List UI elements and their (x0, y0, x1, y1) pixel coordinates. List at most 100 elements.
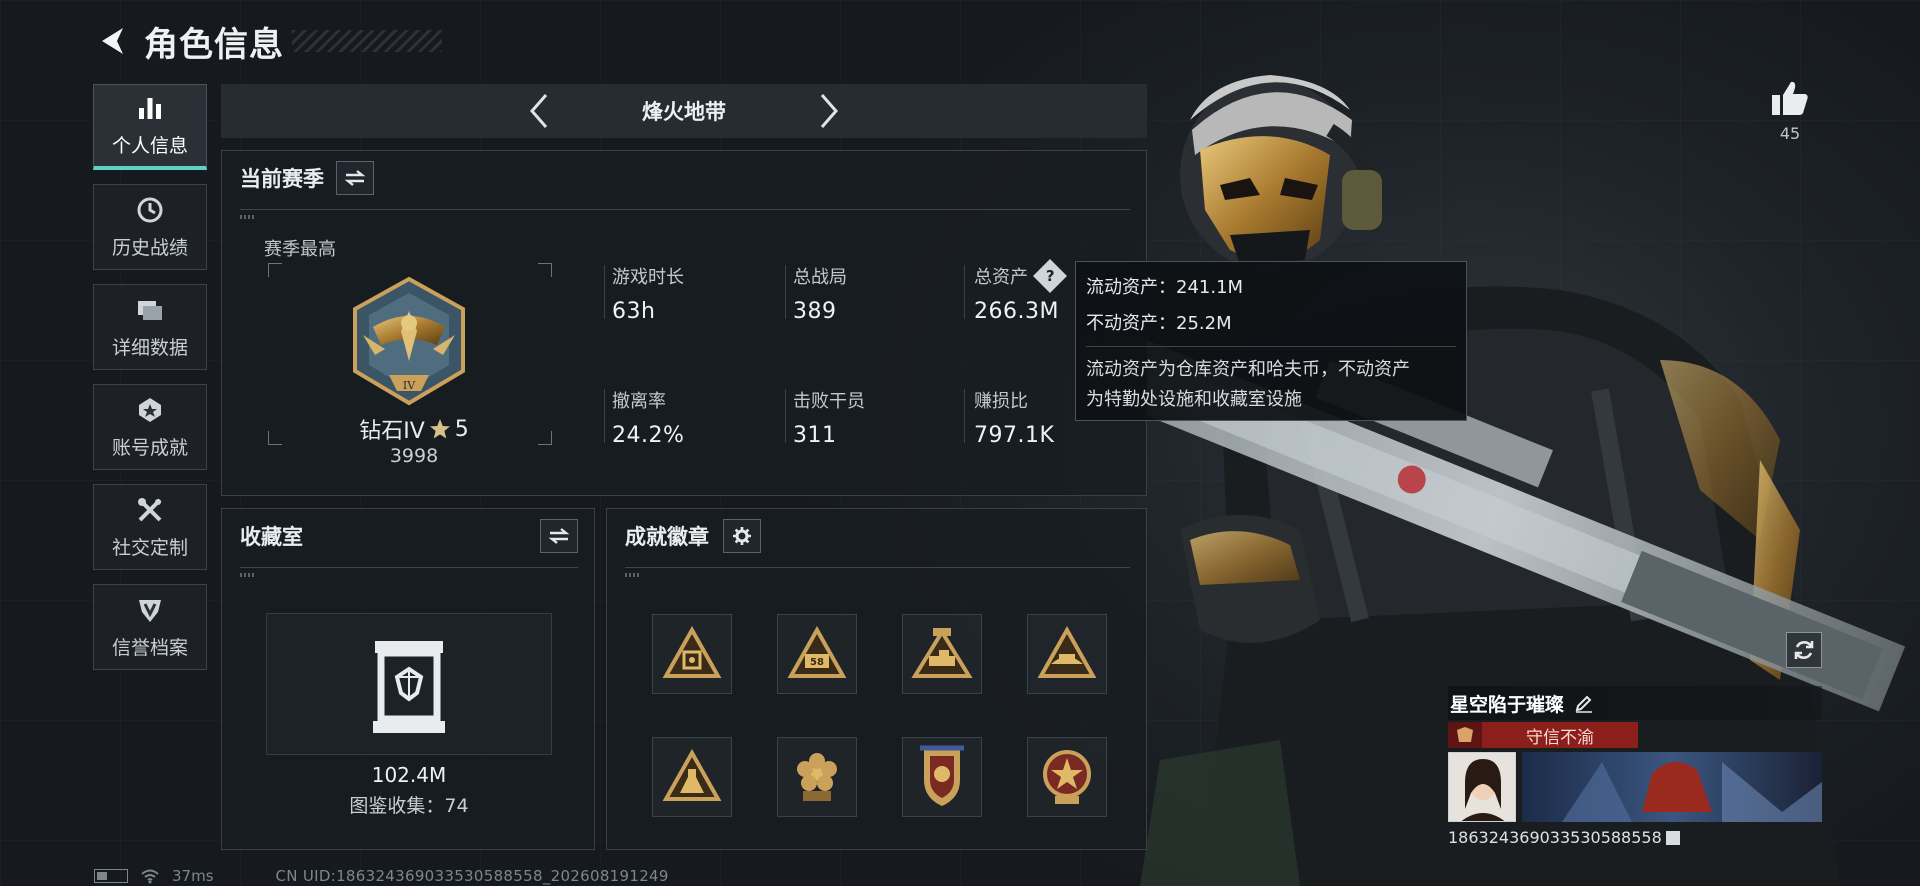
player-title-text: 守信不渝 (1526, 727, 1594, 748)
back-button[interactable] (94, 21, 130, 61)
shield-icon (135, 595, 165, 625)
achievement-badge[interactable] (902, 614, 982, 694)
stat-play-time: 游戏时长 63h (612, 263, 782, 324)
player-uid: 1863243690335305885​58 (1448, 828, 1662, 847)
achievement-badge[interactable] (1027, 614, 1107, 694)
like-count: 45 (1779, 124, 1801, 143)
sidebar-item-label: 账号成就 (111, 436, 188, 459)
collection-value: 102.4M (371, 763, 447, 787)
divider (240, 209, 1130, 210)
stat-total-matches: 总战局 389 (793, 263, 963, 324)
assets-tooltip: 流动资产：241.1M 不动资产：25.2M 流动资产为仓库资产和哈夫币，不动资… (1075, 261, 1467, 421)
like-button[interactable]: 45 (1764, 78, 1816, 143)
stat-separator (785, 389, 786, 443)
tooltip-divider (1086, 346, 1456, 347)
sidebar-item-label: 社交定制 (111, 536, 188, 559)
triangle-badge-58-icon: 58 (787, 626, 847, 678)
copy-icon[interactable] (1665, 830, 1680, 845)
player-images (1448, 752, 1822, 822)
achievement-badge[interactable]: 58 (777, 614, 857, 694)
season-title: 当前赛季 (240, 167, 324, 191)
stat-separator (785, 265, 786, 319)
achievement-badge[interactable] (652, 614, 732, 694)
tools-icon (135, 495, 165, 525)
sidebar-item-detailed-data[interactable]: 详细数据 (93, 284, 207, 370)
season-panel-header: 当前赛季 (240, 161, 374, 195)
achievement-badges-panel: 成就徽章 58 (606, 508, 1147, 850)
swap-icon (344, 170, 366, 186)
player-name-row: 星空陷于璀璨 (1448, 686, 1822, 720)
achievement-badge[interactable] (902, 737, 982, 817)
stat-separator (964, 265, 965, 319)
stat-value: 389 (793, 299, 837, 324)
stat-operators-defeated: 击败干员 311 (793, 387, 963, 448)
rank-name-row: 钻石IV 5 (348, 413, 480, 445)
edit-pencil-icon[interactable] (1574, 693, 1594, 713)
ping-value: 37ms (172, 867, 214, 885)
star-icon (429, 419, 450, 439)
sidebar-item-match-history[interactable]: 历史战绩 (93, 184, 207, 270)
display-case-icon (373, 641, 445, 733)
badges-panel-header: 成就徽章 (625, 519, 761, 553)
season-switch-button[interactable] (336, 161, 374, 195)
wifi-icon (141, 869, 159, 884)
stat-separator (604, 265, 605, 319)
stat-label: 总资产 (974, 267, 1028, 288)
client-uid-line: CN UID:186324369033530588558_20260819124… (275, 867, 669, 885)
divider-dots (240, 215, 256, 219)
refresh-button[interactable] (1786, 632, 1822, 668)
badges-title: 成就徽章 (625, 525, 709, 549)
battery-icon (94, 869, 128, 883)
avatar[interactable] (1448, 752, 1516, 822)
medal-icon (135, 395, 165, 425)
achievement-badge[interactable] (652, 737, 732, 817)
mode-prev-button[interactable] (519, 86, 559, 136)
player-card: 星空陷于璀璨 守信不渝 1863243690335305885​58 (1448, 686, 1822, 847)
sidebar-item-credit-record[interactable]: 信誉档案 (93, 584, 207, 670)
stat-label: 游戏时长 (612, 267, 684, 288)
player-title-tag[interactable]: 守信不渝 (1448, 722, 1638, 748)
tooltip-liquid-assets: 流动资产：241.1M (1086, 277, 1244, 298)
sidebar-item-label: 信誉档案 (111, 636, 188, 659)
player-banner[interactable] (1522, 752, 1822, 822)
status-bar: 37ms CN UID:186324369033530588558_202608… (94, 866, 669, 886)
hat-badge-icon (1037, 626, 1097, 678)
stat-label: 击败干员 (793, 391, 865, 412)
stat-extraction-rate: 撤离率 24.2% (612, 387, 782, 448)
help-icon[interactable]: ? (1033, 259, 1067, 293)
title-decoration (292, 30, 442, 52)
sidebar-item-label: 历史战绩 (111, 236, 188, 259)
achievement-badge[interactable] (1027, 737, 1107, 817)
achievement-badge[interactable] (777, 737, 857, 817)
collection-panel-header: 收藏室 (240, 519, 578, 553)
mode-selector: 烽火地带 (221, 84, 1147, 138)
season-panel: 当前赛季 赛季最高 IV 钻石IV 5 3998 游戏时长 63h 总战局 38… (221, 150, 1147, 496)
divider (240, 567, 578, 568)
sidebar-item-social-custom[interactable]: 社交定制 (93, 484, 207, 570)
shield-badge-icon (920, 745, 964, 806)
collection-title: 收藏室 (240, 525, 303, 549)
mode-next-button[interactable] (809, 86, 849, 136)
stat-label: 撤离率 (612, 391, 666, 412)
tank-badge-icon (911, 628, 973, 678)
sidebar-item-personal-info[interactable]: 个人信息 (93, 84, 207, 170)
stat-value: 24.2% (612, 423, 685, 448)
rank-score: 3998 (389, 445, 439, 467)
sidebar-item-achievements[interactable]: 账号成就 (93, 384, 207, 470)
tooltip-fixed-assets: 不动资产：25.2M (1086, 313, 1232, 334)
sidebar-item-label: 详细数据 (111, 336, 188, 359)
chevron-left-icon (530, 94, 548, 128)
collection-count: 图鉴收集：74 (349, 795, 469, 817)
stat-value: 797.1K (974, 423, 1055, 448)
svg-text:IV: IV (403, 379, 416, 392)
badges-settings-button[interactable] (723, 519, 761, 553)
collection-panel: 收藏室 102.4M 图鉴收集：74 (221, 508, 595, 850)
refresh-icon (1794, 641, 1814, 659)
divider (625, 567, 1130, 568)
rank-diamond-badge-icon: IV (353, 276, 465, 406)
season-subtitle: 赛季最高 (264, 239, 336, 260)
tooltip-note-line2: 为特勤处设施和收藏室设施 (1086, 389, 1302, 410)
collection-switch-button[interactable] (540, 519, 578, 553)
gear-icon (733, 527, 751, 545)
swap-icon (548, 528, 570, 544)
